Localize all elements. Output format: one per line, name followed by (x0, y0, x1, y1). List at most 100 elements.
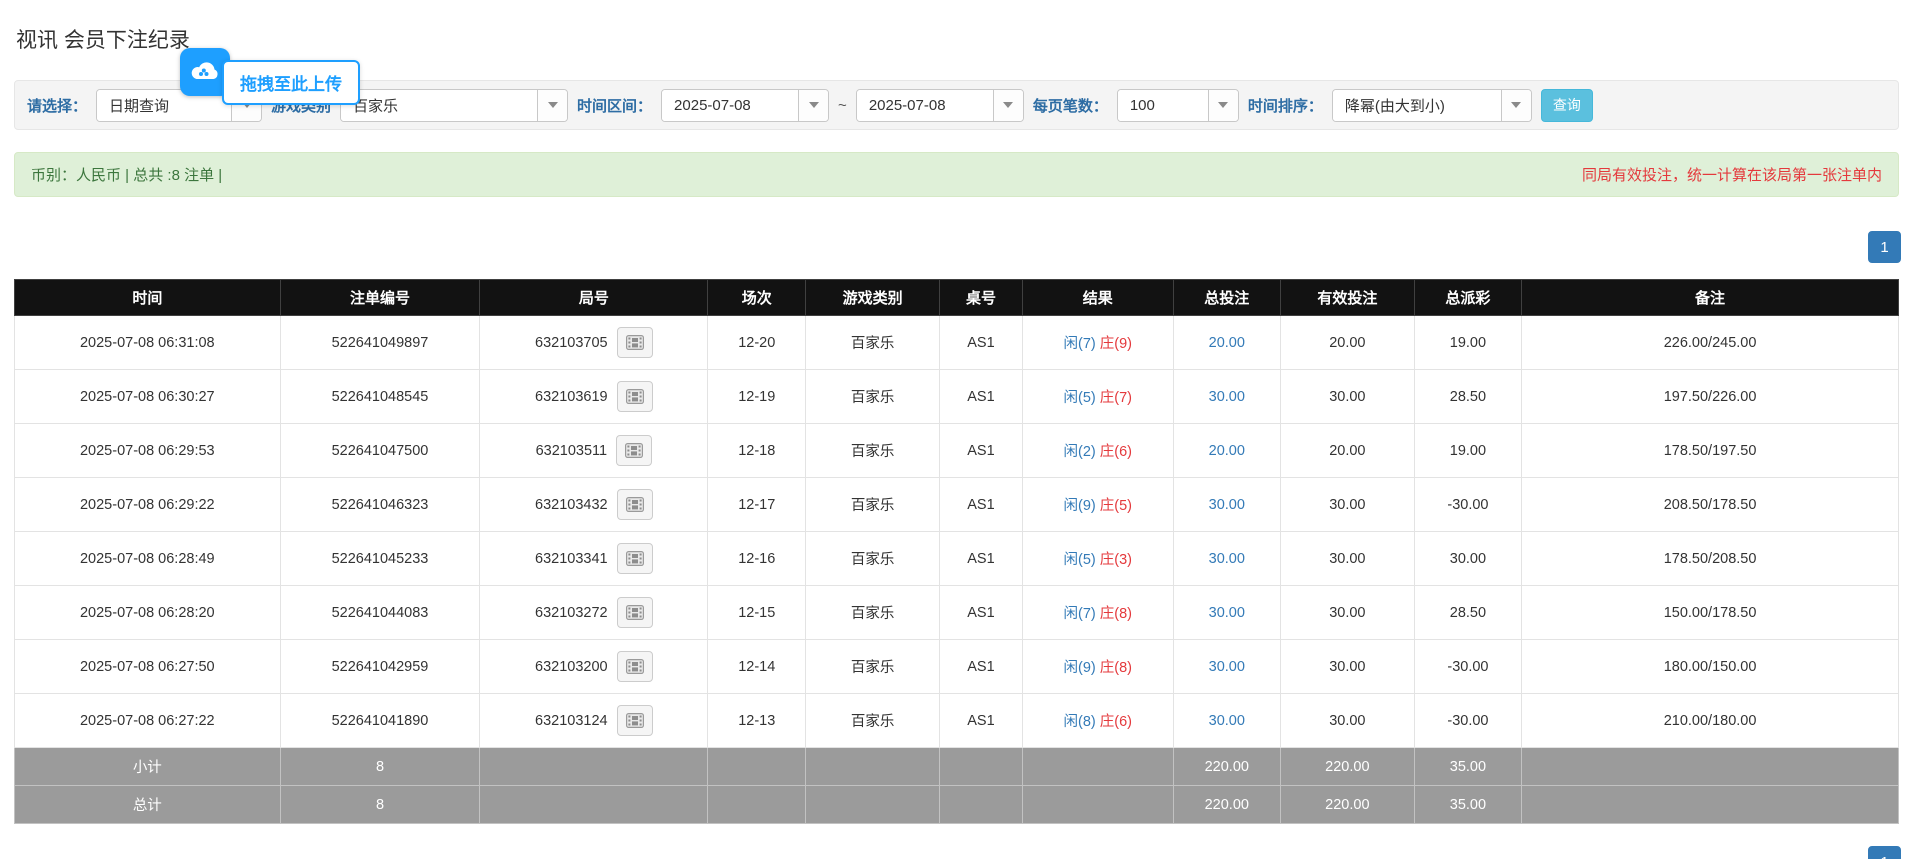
total-bet-link[interactable]: 30.00 (1209, 389, 1245, 405)
game-type-value[interactable]: 百家乐 (341, 90, 537, 121)
page-size-select[interactable]: 100 (1117, 89, 1239, 122)
cell-round-id: 632103272 (480, 586, 708, 640)
cell-bet-id: 522641049897 (280, 316, 480, 370)
cell-result: 闲(7) 庄(9) (1022, 316, 1173, 370)
total-bet-link[interactable]: 30.00 (1209, 497, 1245, 513)
video-replay-button[interactable] (617, 327, 653, 358)
result-player: 闲(5) (1064, 390, 1096, 406)
video-replay-button[interactable] (617, 381, 653, 412)
video-replay-button[interactable] (617, 543, 653, 574)
round-id-text: 632103511 (536, 443, 608, 459)
cell-note: 178.50/208.50 (1522, 532, 1899, 586)
select-type-label: 请选择： (27, 95, 87, 116)
cell-result: 闲(9) 庄(8) (1022, 640, 1173, 694)
cell-session: 12-20 (708, 316, 806, 370)
game-type-select[interactable]: 百家乐 (340, 89, 568, 122)
cell-table-no: AS1 (940, 640, 1023, 694)
cell-total-bet: 30.00 (1173, 478, 1280, 532)
total-bet-link[interactable]: 30.00 (1209, 659, 1245, 675)
chevron-down-icon (1218, 102, 1228, 108)
cell-time: 2025-07-08 06:30:27 (15, 370, 281, 424)
time-sort-select[interactable]: 降幂(由大到小) (1332, 89, 1532, 122)
subtotal-payout: 35.00 (1414, 748, 1521, 786)
cell-time: 2025-07-08 06:29:22 (15, 478, 281, 532)
date-from-dropdown-button[interactable] (798, 90, 828, 121)
cell-session: 12-16 (708, 532, 806, 586)
result-player: 闲(7) (1064, 336, 1096, 352)
cell-game-type: 百家乐 (806, 586, 940, 640)
cell-result: 闲(2) 庄(6) (1022, 424, 1173, 478)
grand-total-count: 8 (280, 786, 480, 824)
page-1-button[interactable]: 1 (1868, 846, 1901, 859)
col-header-note: 备注 (1522, 280, 1899, 316)
cell-result: 闲(9) 庄(5) (1022, 478, 1173, 532)
date-to-select[interactable]: 2025-07-08 (856, 89, 1024, 122)
cell-bet-id: 522641048545 (280, 370, 480, 424)
page-size-value[interactable]: 100 (1118, 90, 1208, 121)
pagination-top: 1 (14, 231, 1901, 263)
chevron-down-icon (1003, 102, 1013, 108)
cell-note: 210.00/180.00 (1522, 694, 1899, 748)
col-header-game-type: 游戏类别 (806, 280, 940, 316)
col-header-session: 场次 (708, 280, 806, 316)
film-icon (626, 659, 644, 674)
cell-round-id: 632103200 (480, 640, 708, 694)
video-replay-button[interactable] (617, 651, 653, 682)
valid-bet-notice-text: 同局有效投注，统一计算在该局第一张注单内 (1582, 164, 1882, 185)
table-row: 2025-07-08 06:27:22 522641041890 6321031… (15, 694, 1899, 748)
date-to-value[interactable]: 2025-07-08 (857, 90, 993, 121)
cell-valid-bet: 30.00 (1280, 586, 1414, 640)
time-sort-dropdown-button[interactable] (1501, 90, 1531, 121)
round-id-text: 632103705 (535, 335, 608, 351)
table-body: 2025-07-08 06:31:08 522641049897 6321037… (15, 316, 1899, 748)
total-bet-link[interactable]: 20.00 (1209, 335, 1245, 351)
cell-session: 12-19 (708, 370, 806, 424)
time-sort-value[interactable]: 降幂(由大到小) (1333, 90, 1501, 121)
film-icon (626, 605, 644, 620)
date-from-select[interactable]: 2025-07-08 (661, 89, 829, 122)
col-header-time: 时间 (15, 280, 281, 316)
cell-valid-bet: 30.00 (1280, 478, 1414, 532)
col-header-round-id: 局号 (480, 280, 708, 316)
table-row: 2025-07-08 06:31:08 522641049897 6321037… (15, 316, 1899, 370)
search-button[interactable]: 查询 (1541, 89, 1593, 122)
video-replay-button[interactable] (617, 489, 653, 520)
cell-note: 150.00/178.50 (1522, 586, 1899, 640)
grand-total-valid-bet: 220.00 (1280, 786, 1414, 824)
date-from-value[interactable]: 2025-07-08 (662, 90, 798, 121)
result-player: 闲(7) (1064, 606, 1096, 622)
grand-total-payout: 35.00 (1414, 786, 1521, 824)
round-id-text: 632103341 (535, 551, 608, 567)
col-header-total-bet: 总投注 (1173, 280, 1280, 316)
round-id-text: 632103272 (535, 605, 608, 621)
col-header-payout: 总派彩 (1414, 280, 1521, 316)
video-replay-button[interactable] (617, 597, 653, 628)
cell-time: 2025-07-08 06:28:49 (15, 532, 281, 586)
subtotal-valid-bet: 220.00 (1280, 748, 1414, 786)
cell-valid-bet: 20.00 (1280, 424, 1414, 478)
total-bet-link[interactable]: 30.00 (1209, 713, 1245, 729)
drag-upload-overlay[interactable]: 拖拽至此上传 (180, 48, 360, 105)
page-1-button[interactable]: 1 (1868, 231, 1901, 263)
cell-table-no: AS1 (940, 478, 1023, 532)
video-replay-button[interactable] (616, 435, 652, 466)
game-type-dropdown-button[interactable] (537, 90, 567, 121)
date-range-separator: ~ (838, 97, 847, 114)
pagination-bottom: 1 (14, 846, 1901, 859)
cell-payout: 19.00 (1414, 424, 1521, 478)
round-id-text: 632103432 (535, 497, 608, 513)
cell-note: 180.00/150.00 (1522, 640, 1899, 694)
total-bet-link[interactable]: 20.00 (1209, 443, 1245, 459)
video-replay-button[interactable] (617, 705, 653, 736)
film-icon (626, 335, 644, 350)
table-row: 2025-07-08 06:28:49 522641045233 6321033… (15, 532, 1899, 586)
chevron-down-icon (1511, 102, 1521, 108)
date-to-dropdown-button[interactable] (993, 90, 1023, 121)
cell-total-bet: 30.00 (1173, 586, 1280, 640)
page-size-dropdown-button[interactable] (1208, 90, 1238, 121)
cell-game-type: 百家乐 (806, 370, 940, 424)
chevron-down-icon (548, 102, 558, 108)
cell-total-bet: 30.00 (1173, 532, 1280, 586)
total-bet-link[interactable]: 30.00 (1209, 605, 1245, 621)
total-bet-link[interactable]: 30.00 (1209, 551, 1245, 567)
